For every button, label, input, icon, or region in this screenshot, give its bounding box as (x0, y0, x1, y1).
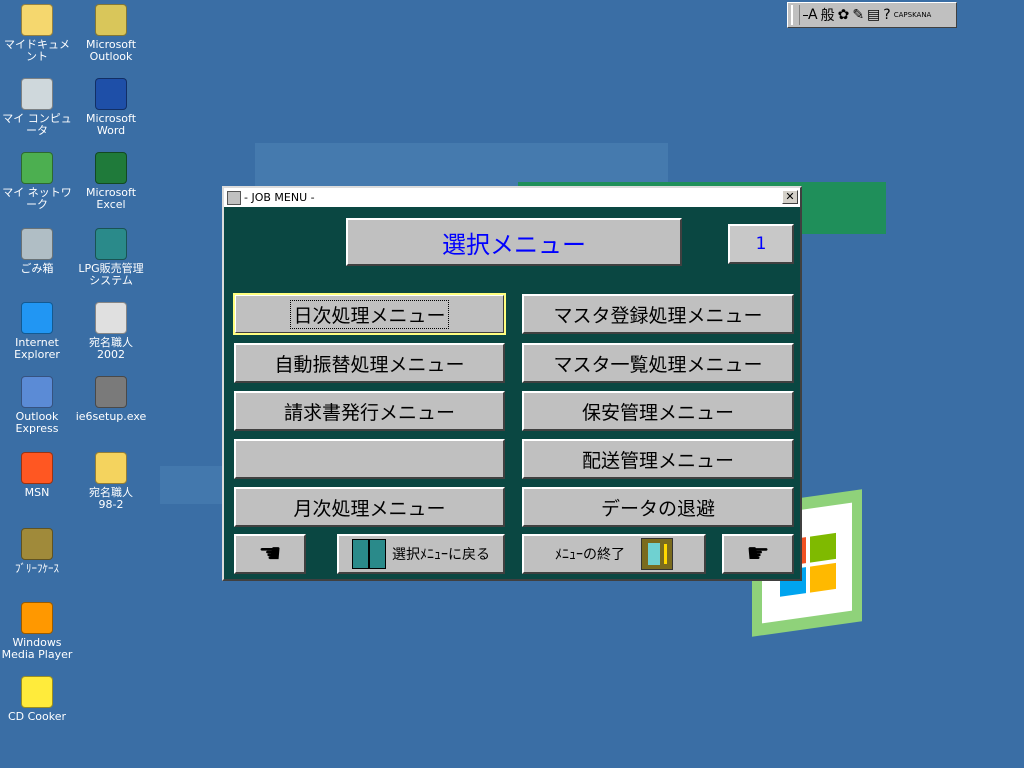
desktop-icon-label: Windows Media Player (1, 636, 73, 661)
desktop-icon[interactable]: ﾌﾞﾘｰﾌｹｰｽ (0, 528, 74, 575)
desktop-icon[interactable]: Outlook Express (0, 376, 74, 435)
master-list-menu-button[interactable]: マスタ一覧処理メニュー (522, 343, 794, 383)
desktop-icon-label: Microsoft Word (85, 112, 137, 137)
excel-icon (95, 152, 127, 184)
desktop-icon-label: 宛名職人 98-2 (89, 486, 133, 511)
desktop-icon[interactable]: Microsoft Word (74, 78, 148, 137)
ime-help-icon[interactable]: ? (883, 5, 890, 25)
desktop-icon-label: マイ ネットワーク (2, 186, 72, 211)
recycle-bin-icon (21, 228, 53, 260)
desktop-icon[interactable]: LPG販売管理 システム (74, 228, 148, 287)
desktop-icon[interactable]: マイドキュメント (0, 4, 74, 63)
close-button[interactable]: ✕ (782, 190, 798, 204)
ime-tools-icon[interactable]: ▤ (867, 5, 880, 25)
outlook-express-icon (21, 376, 53, 408)
msn-icon (21, 452, 53, 484)
ime-pad-icon[interactable]: ✿ (838, 5, 850, 25)
app-icon (227, 190, 241, 205)
desktop-icon[interactable]: Internet Explorer (0, 302, 74, 361)
blank-menu-button[interactable] (234, 439, 505, 479)
invoice-menu-button[interactable]: 請求書発行メニュー (234, 391, 505, 431)
network-icon (21, 152, 53, 184)
job-menu-window: - JOB MENU - ✕ 選択メニュー 1 日次処理メニュー マスタ登録処理… (222, 186, 802, 581)
master-register-menu-button[interactable]: マスタ登録処理メニュー (522, 294, 794, 334)
menu-header: 選択メニュー (346, 218, 682, 266)
desktop-icon[interactable]: 宛名職人 98-2 (74, 452, 148, 511)
auto-transfer-menu-button[interactable]: 自動振替処理メニュー (234, 343, 505, 383)
hand-left-icon: ☚ (258, 539, 282, 569)
desktop-icon[interactable]: CD Cooker (0, 676, 74, 723)
desktop-icon-label: ごみ箱 (20, 262, 54, 275)
desktop-icon-label: ie6setup.exe (75, 410, 147, 423)
security-menu-button[interactable]: 保安管理メニュー (522, 391, 794, 431)
desktop-icon[interactable]: MSN (0, 452, 74, 499)
desktop-icon-label: Outlook Express (15, 410, 59, 435)
ime-toolbar[interactable]: ⎯ A 般 ✿ ✎ ▤ ? CAPS KANA (787, 2, 957, 28)
my-documents-icon (21, 4, 53, 36)
setup-exe-icon (95, 376, 127, 408)
monthly-menu-button[interactable]: 月次処理メニュー (234, 487, 505, 527)
desktop-icon[interactable]: Microsoft Excel (74, 152, 148, 211)
desktop-icon-label: ﾌﾞﾘｰﾌｹｰｽ (15, 562, 59, 575)
wallpaper-shape (160, 466, 224, 504)
delivery-menu-button[interactable]: 配送管理メニュー (522, 439, 794, 479)
desktop-icon-label: CD Cooker (7, 710, 67, 723)
ie-icon (21, 302, 53, 334)
exit-menu-button[interactable]: ﾒﾆｭｰの終了 (522, 534, 706, 574)
desktop-icon[interactable]: マイ コンピュータ (0, 78, 74, 137)
cd-cooker-icon (21, 676, 53, 708)
folder-icon (95, 452, 127, 484)
desktop-icon-label: マイ コンピュータ (2, 112, 72, 137)
desktop-icon-label: MSN (24, 486, 50, 499)
back-to-menu-button[interactable]: 選択ﾒﾆｭｰに戻る (337, 534, 505, 574)
ime-dictionary-icon[interactable]: ✎ (852, 5, 864, 25)
desktop-icon[interactable]: Microsoft Outlook (74, 4, 148, 63)
exit-door-icon (641, 538, 673, 570)
desktop-icon-label: LPG販売管理 システム (78, 262, 144, 287)
lpg-system-icon (95, 228, 127, 260)
briefcase-icon (21, 528, 53, 560)
ime-general-indicator[interactable]: 般 (821, 5, 835, 25)
prev-page-button[interactable]: ☚ (234, 534, 306, 574)
my-computer-icon (21, 78, 53, 110)
ime-caps-kana: CAPS KANA (893, 11, 932, 19)
desktop-icon[interactable]: 宛名職人 2002 (74, 302, 148, 361)
title-bar[interactable]: - JOB MENU - ✕ (224, 188, 800, 207)
hand-right-icon: ☛ (746, 539, 770, 569)
desktop-icon[interactable]: ie6setup.exe (74, 376, 148, 423)
desktop-icon-label: 宛名職人 2002 (89, 336, 133, 361)
daily-menu-button[interactable]: 日次処理メニュー (233, 293, 506, 335)
word-icon (95, 78, 127, 110)
window-title: - JOB MENU - (244, 191, 315, 204)
desktop-icon-label: Microsoft Excel (85, 186, 137, 211)
desktop-icon-label: マイドキュメント (4, 38, 70, 63)
desktop-icon-label: Microsoft Outlook (85, 38, 137, 63)
ime-mode-indicator[interactable]: ⎯ A (803, 5, 818, 25)
desktop-icon-label: Internet Explorer (14, 336, 60, 361)
data-backup-button[interactable]: データの退避 (522, 487, 794, 527)
desktop-icon[interactable]: Windows Media Player (0, 602, 74, 661)
book-icon (352, 539, 386, 569)
atena-2002-icon (95, 302, 127, 334)
page-number: 1 (728, 224, 794, 264)
desktop-icon[interactable]: ごみ箱 (0, 228, 74, 275)
ime-grip-icon (791, 5, 800, 25)
next-page-button[interactable]: ☛ (722, 534, 794, 574)
media-player-icon (21, 602, 53, 634)
desktop-icon[interactable]: マイ ネットワーク (0, 152, 74, 211)
outlook-icon (95, 4, 127, 36)
